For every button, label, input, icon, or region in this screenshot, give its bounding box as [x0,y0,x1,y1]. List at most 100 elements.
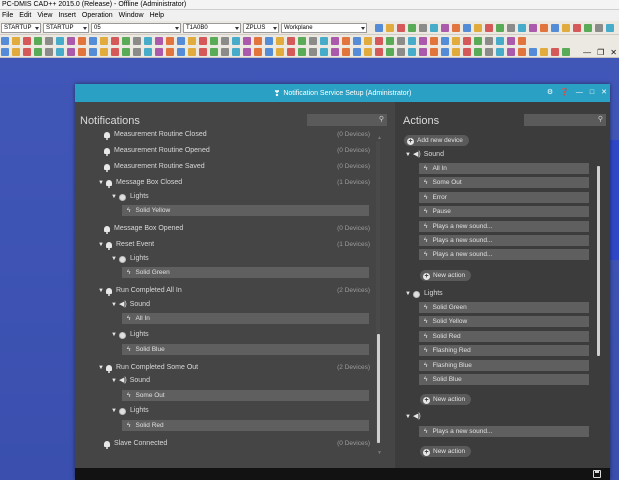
toolbar-button-icon[interactable] [243,47,251,56]
menu-window[interactable]: Window [119,12,144,19]
device-row[interactable]: ▼ ◀) Sound [111,300,370,310]
toolbar-button-icon[interactable] [320,36,328,45]
toolbar-button-icon[interactable] [507,47,515,56]
device-group-header[interactable]: ▼ ◀) [405,412,424,422]
new-action-button[interactable]: + New action [420,394,472,405]
toolbar-button-icon[interactable] [309,47,317,56]
toolbar-button-icon[interactable] [166,47,174,56]
toolbar-button-icon[interactable] [595,23,603,32]
toolbar-button-icon[interactable] [45,47,53,56]
toolbar-button-icon[interactable] [320,47,328,56]
toolbar-button-icon[interactable] [254,36,262,45]
assigned-action[interactable]: ϟ Solid Green [122,267,369,278]
available-action[interactable]: ϟ Error [419,191,589,203]
device-row[interactable]: ▼ Lights [111,254,370,264]
toolbar-button-icon[interactable] [133,47,141,56]
toolbar-button-icon[interactable] [419,36,427,45]
toolbar-button-icon[interactable] [474,23,482,32]
toolbar-button-icon[interactable] [111,36,119,45]
toolbar-button-icon[interactable] [210,47,218,56]
toolbar-button-icon[interactable] [144,47,152,56]
toolbar-button-icon[interactable] [342,36,350,45]
toolbar-button-icon[interactable] [518,36,526,45]
toolbar-button-icon[interactable] [221,36,229,45]
toolbar-button-icon[interactable] [540,47,548,56]
assigned-action[interactable]: ϟ Solid Blue [122,344,369,355]
toolbar-button-icon[interactable] [78,36,86,45]
toolbar-button-icon[interactable] [397,47,405,56]
toolbar-button-icon[interactable] [23,36,31,45]
notification-event-row[interactable]: Slave Connected (0 Devices) [104,439,370,449]
toolbar-button-icon[interactable] [188,47,196,56]
toolbar-button-icon[interactable] [100,47,108,56]
actions-scrollbar-thumb[interactable] [597,166,600,356]
toolbar-button-icon[interactable] [122,36,130,45]
toolbar-button-icon[interactable] [177,47,185,56]
device-group-header[interactable]: ▼ ◀) Sound [405,150,444,160]
toolbar-button-icon[interactable] [133,36,141,45]
save-icon[interactable] [593,470,601,478]
toolbar-button-icon[interactable] [441,47,449,56]
device-row[interactable]: ▼ Lights [111,192,370,202]
toolbar-button-icon[interactable] [67,47,75,56]
chevron-down-icon[interactable]: ▼ [98,363,106,373]
toolbar-button-icon[interactable] [155,47,163,56]
chevron-down-icon[interactable]: ▼ [111,300,119,310]
toolbar-button-icon[interactable] [353,47,361,56]
toolbar-button-icon[interactable] [12,36,20,45]
scroll-down-icon[interactable]: ▼ [377,450,382,456]
device-row[interactable]: ▼ Lights [111,406,370,416]
toolbar-button-icon[interactable] [265,47,273,56]
doc-close-icon[interactable]: ✕ [610,49,617,57]
available-action[interactable]: ϟ Solid Green [419,302,589,313]
available-action[interactable]: ϟ Pause [419,206,589,218]
toolbar-button-icon[interactable] [463,47,471,56]
toolbar-button-icon[interactable] [452,23,460,32]
toolbar-button-icon[interactable] [551,23,559,32]
tip-combo[interactable]: T1A0B0 [183,22,241,33]
notifications-search-input[interactable]: ⚲ [307,114,387,126]
toolbar-button-icon[interactable] [243,36,251,45]
toolbar-button-icon[interactable] [364,47,372,56]
available-action[interactable]: ϟ Solid Red [419,330,589,342]
device-row[interactable]: ▼ ◀) Sound [111,376,370,386]
device-row[interactable]: ▼ Lights [111,330,370,340]
toolbar-button-icon[interactable] [551,47,559,56]
toolbar-button-icon[interactable] [122,47,130,56]
toolbar-button-icon[interactable] [463,36,471,45]
chevron-down-icon[interactable]: ▼ [111,254,119,264]
notification-event-row[interactable]: Measurement Routine Opened (0 Devices) [104,146,370,156]
available-action[interactable]: ϟ Some Out [419,177,589,189]
toolbar-button-icon[interactable] [430,23,438,32]
available-action[interactable]: ϟ Flashing Red [419,345,589,357]
menu-edit[interactable]: Edit [19,12,31,19]
toolbar-button-icon[interactable] [375,36,383,45]
toolbar-button-icon[interactable] [265,36,273,45]
assigned-action[interactable]: ϟ Solid Red [122,420,369,431]
toolbar-button-icon[interactable] [507,23,515,32]
notification-event-row[interactable]: Measurement Routine Closed (0 Devices) [104,130,370,140]
chevron-down-icon[interactable]: ▼ [405,150,413,160]
toolbar-button-icon[interactable] [529,47,537,56]
toolbar-button-icon[interactable] [155,36,163,45]
toolbar-button-icon[interactable] [210,36,218,45]
notification-event-row[interactable]: ▼ Reset Event (1 Devices) [98,240,370,250]
close-icon[interactable]: ✕ [601,89,607,97]
toolbar-button-icon[interactable] [111,47,119,56]
toolbar-button-icon[interactable] [441,23,449,32]
toolbar-button-icon[interactable] [375,23,383,32]
toolbar-button-icon[interactable] [364,36,372,45]
toolbar-button-icon[interactable] [287,47,295,56]
chevron-down-icon[interactable]: ▼ [405,412,413,422]
toolbar-button-icon[interactable] [375,47,383,56]
chevron-down-icon[interactable]: ▼ [111,406,119,416]
assigned-action[interactable]: ϟ All In [122,313,369,324]
toolbar-button-icon[interactable] [298,36,306,45]
available-action[interactable]: ϟ Solid Blue [419,374,589,385]
toolbar-button-icon[interactable] [562,47,570,56]
menu-view[interactable]: View [37,12,52,19]
toolbar-button-icon[interactable] [386,47,394,56]
toolbar-button-icon[interactable] [452,47,460,56]
toolbar-button-icon[interactable] [573,23,581,32]
toolbar-button-icon[interactable] [485,47,493,56]
